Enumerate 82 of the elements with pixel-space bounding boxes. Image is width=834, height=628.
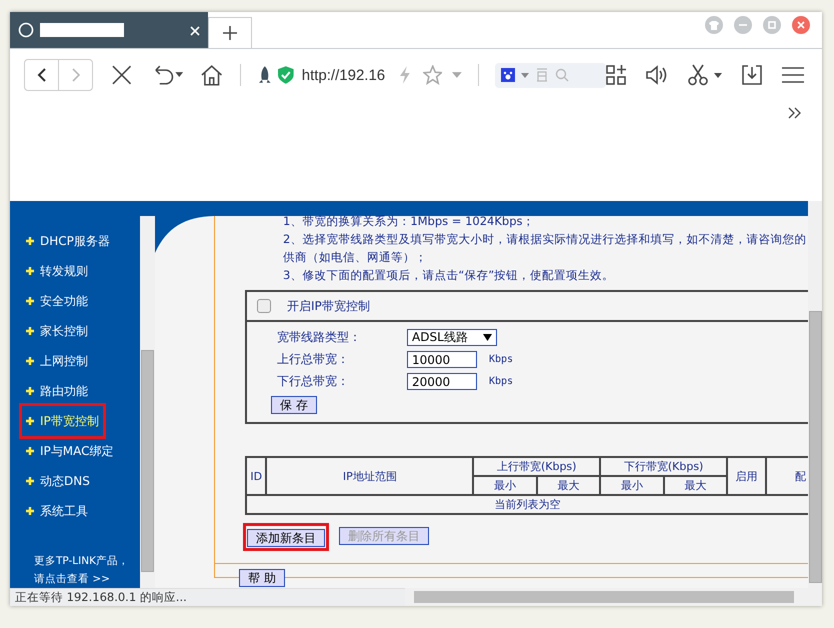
shield-check-icon[interactable] [278,66,294,84]
home-icon[interactable] [200,64,224,86]
loading-icon [18,22,34,38]
chevron-right-icon [70,68,80,82]
speaker-icon[interactable] [646,65,668,85]
search-field[interactable] [494,62,606,88]
close-button[interactable] [792,16,810,34]
chevron-left-icon [36,68,46,82]
close-icon [797,21,805,29]
apps-icon[interactable] [606,65,626,85]
plus-bullet-icon [26,297,34,305]
search-icon [554,68,569,82]
plus-bullet-icon [26,267,34,275]
enable-checkbox[interactable] [257,299,271,313]
product-link-text[interactable]: 更多TP-LINK产品， [34,554,140,568]
plus-bullet-icon [26,387,34,395]
close-icon[interactable] [190,26,200,36]
new-tab-button[interactable] [208,17,252,48]
instruction-text: 1、带宽的换算关系为：1Mbps = 1024Kbps； [282,213,536,230]
menu-icon[interactable] [782,67,804,83]
sidebar-item[interactable]: 安全功能 [22,286,92,316]
column-header: 最小 [600,476,664,495]
vertical-scrollbar[interactable] [808,201,822,606]
dropdown-arrow-icon [520,72,529,78]
star-icon[interactable] [422,65,442,85]
status-bar-text: 正在等待 192.168.0.1 的响应... [10,588,405,606]
column-header: 上行带宽(Kbps) [473,457,600,476]
column-header: 最大 [536,476,600,495]
sidebar-item[interactable]: 系统工具 [22,496,92,526]
column-header: 下行带宽(Kbps) [600,457,728,476]
stop-icon[interactable] [110,64,132,86]
dropdown-arrow-icon [483,334,492,341]
download-icon[interactable] [742,65,762,85]
sidebar-item[interactable]: 动态DNS [22,466,94,496]
field-label: 上行总带宽： [277,351,350,368]
rocket-icon[interactable] [256,66,272,84]
address-text[interactable]: http://192.16 [302,66,386,84]
double-chevron-icon[interactable] [788,107,802,119]
instruction-text: 2、选择宽带线路类型及填写带宽大小时，请根据实际情况进行选择和填写，如不清楚，请咨询您的 [282,231,808,248]
unit-text: Kbps [489,376,514,387]
instruction-text: 3、修改下面的配置项后，请点击“保存”按钮，使配置项生效。 [282,267,616,284]
sidebar-item[interactable]: 转发规则 [22,256,92,286]
save-button[interactable]: 保 存 [271,396,317,414]
plus-bullet-icon [26,477,34,485]
shirt-icon [709,20,719,30]
bandwidth-input[interactable]: 10000 [407,351,477,368]
sidebar-item[interactable]: 路由功能 [22,376,92,406]
document-icon [534,68,549,82]
bandwidth-input[interactable]: 20000 [407,373,477,390]
horizontal-scrollbar[interactable] [405,588,808,606]
sidebar-item[interactable]: IP带宽控制 [22,406,103,436]
add-entry-button[interactable]: 添加新条目 [247,529,325,547]
column-header: 最小 [473,476,537,495]
field-label: 下行总带宽： [277,373,350,390]
sidebar-item[interactable]: 上网控制 [22,346,92,376]
column-header: IP地址范围 [266,457,474,495]
plus-bullet-icon [26,417,34,425]
plus-bullet-icon [26,237,34,245]
plus-bullet-icon [26,447,34,455]
sidebar-scrollbar[interactable] [140,216,155,588]
plus-icon [223,26,237,40]
paw-icon [500,68,515,82]
maximize-icon [768,21,776,29]
sidebar-item[interactable]: 家长控制 [22,316,92,346]
instruction-text: 供商（如电信、网通等）； [282,249,428,266]
plus-bullet-icon [26,327,34,335]
line-type-select[interactable]: ADSL线路 [407,329,497,346]
plus-bullet-icon [26,507,34,515]
sidebar-item[interactable]: IP与MAC绑定 [22,436,118,466]
help-button[interactable]: 帮 助 [239,569,285,587]
scissors-icon[interactable] [688,64,722,86]
column-header: 启用 [727,457,766,495]
field-label: 宽带线路类型： [277,329,362,346]
minimize-icon [739,24,747,26]
column-header: ID [246,457,266,495]
unit-text: Kbps [489,354,514,365]
browser-tab[interactable] [10,12,208,48]
sidebar-item[interactable]: DHCP服务器 [22,226,114,256]
product-link-text[interactable]: 请点击查看 >> [34,572,140,586]
empty-table-message: 当前列表为空 [246,495,808,514]
plus-bullet-icon [26,357,34,365]
checkbox-label: 开启IP带宽控制 [287,298,370,314]
